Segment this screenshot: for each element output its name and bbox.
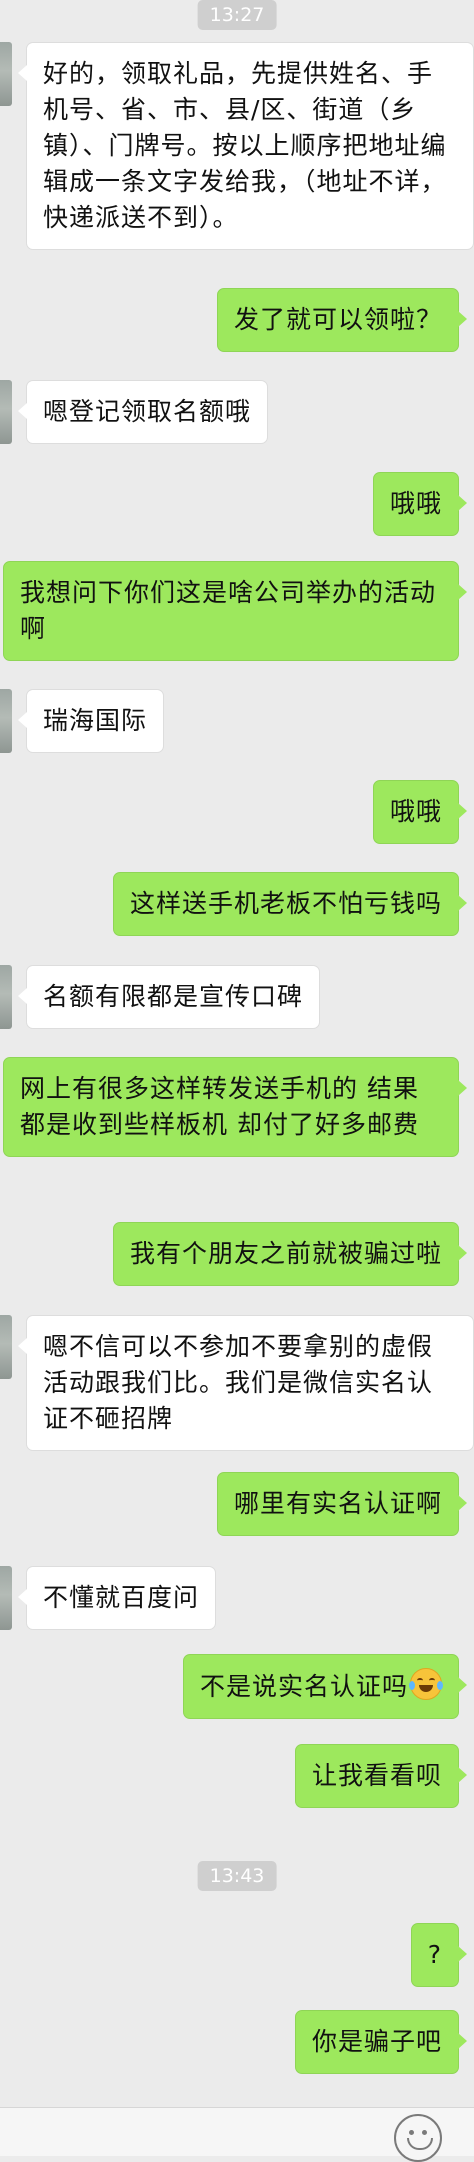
- outgoing-message[interactable]: 这样送手机老板不怕亏钱吗: [112, 872, 468, 936]
- message-text: 哦哦: [389, 489, 442, 518]
- input-toolbar: [0, 2107, 474, 2162]
- contact-avatar[interactable]: [0, 965, 12, 1029]
- message-text: 发了就可以领啦？: [233, 305, 442, 334]
- outgoing-message[interactable]: 让我看看呗: [294, 1744, 468, 1808]
- outgoing-message[interactable]: 哪里有实名认证啊: [216, 1472, 468, 1536]
- message-text: 网上有很多这样转发送手机的 结果都是收到些样板机 却付了好多邮费: [20, 1074, 419, 1139]
- timestamp: 13:27: [197, 0, 277, 30]
- contact-avatar[interactable]: [0, 380, 12, 444]
- message-text: 哦哦: [389, 797, 442, 826]
- outgoing-message[interactable]: 发了就可以领啦？: [216, 288, 468, 352]
- incoming-message[interactable]: 名额有限都是宣传口碑: [17, 965, 321, 1029]
- message-text: 你是骗子吧: [311, 2027, 442, 2056]
- outgoing-message[interactable]: 哦哦: [372, 472, 468, 536]
- message-text: 好的，领取礼品，先提供姓名、手机号、省、市、县/区、街道（乡镇）、门牌号。按以上…: [43, 59, 447, 232]
- contact-avatar[interactable]: [0, 1566, 12, 1630]
- message-text: 瑞海国际: [43, 706, 148, 735]
- outgoing-message[interactable]: 你是骗子吧: [294, 2010, 468, 2074]
- outgoing-message[interactable]: ?: [410, 1923, 468, 1987]
- outgoing-message[interactable]: 网上有很多这样转发送手机的 结果都是收到些样板机 却付了好多邮费: [3, 1057, 467, 1157]
- tears-of-joy-icon: [409, 1668, 443, 1700]
- incoming-message[interactable]: 嗯登记领取名额哦: [17, 380, 269, 444]
- incoming-message[interactable]: 瑞海国际: [17, 689, 165, 753]
- outgoing-message[interactable]: 不是说实名认证吗: [182, 1654, 468, 1719]
- message-text: 名额有限都是宣传口碑: [43, 982, 304, 1011]
- incoming-message[interactable]: 不懂就百度问: [17, 1566, 217, 1630]
- contact-avatar[interactable]: [0, 1315, 12, 1379]
- contact-avatar[interactable]: [0, 42, 12, 106]
- message-text: 嗯不信可以不参加不要拿别的虚假活动跟我们比。我们是微信实名认证不砸招牌: [43, 1332, 434, 1433]
- emoji-face-icon[interactable]: [394, 2114, 442, 2162]
- message-text: ?: [427, 1940, 442, 1969]
- message-text: 让我看看呗: [311, 1761, 442, 1790]
- contact-avatar[interactable]: [0, 689, 12, 753]
- timestamp: 13:43: [197, 1861, 277, 1891]
- outgoing-message[interactable]: 我有个朋友之前就被骗过啦: [112, 1222, 468, 1286]
- message-text: 这样送手机老板不怕亏钱吗: [129, 889, 442, 918]
- message-text: 不是说实名认证吗: [199, 1672, 408, 1701]
- message-text: 我想问下你们这是啥公司举办的活动啊: [20, 578, 437, 643]
- message-text: 嗯登记领取名额哦: [43, 397, 252, 426]
- message-text: 不懂就百度问: [43, 1583, 200, 1612]
- message-text: 哪里有实名认证啊: [233, 1489, 442, 1518]
- outgoing-message[interactable]: 我想问下你们这是啥公司举办的活动啊: [3, 561, 467, 661]
- incoming-message[interactable]: 嗯不信可以不参加不要拿别的虚假活动跟我们比。我们是微信实名认证不砸招牌: [18, 1315, 474, 1451]
- incoming-message[interactable]: 好的，领取礼品，先提供姓名、手机号、省、市、县/区、街道（乡镇）、门牌号。按以上…: [18, 42, 474, 250]
- message-text: 我有个朋友之前就被骗过啦: [129, 1239, 442, 1268]
- outgoing-message[interactable]: 哦哦: [372, 780, 468, 844]
